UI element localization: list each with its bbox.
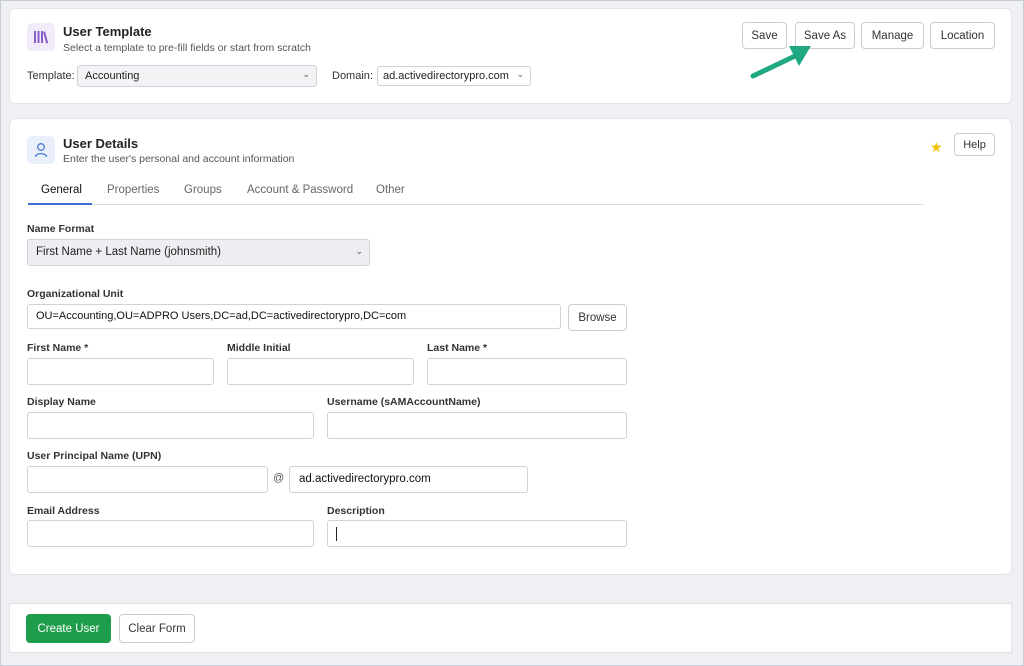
help-button[interactable]: Help: [954, 133, 995, 156]
star-icon[interactable]: ★: [930, 139, 943, 156]
name-format-select[interactable]: First Name + Last Name (johnsmith) ⌄: [27, 239, 370, 266]
upn-at-sign: @: [273, 472, 285, 484]
upn-label: User Principal Name (UPN): [27, 450, 162, 462]
ou-input[interactable]: OU=Accounting,OU=ADPRO Users,DC=ad,DC=ac…: [27, 304, 561, 329]
tab-properties[interactable]: Properties: [107, 184, 159, 196]
display-name-label: Display Name: [27, 396, 96, 408]
location-button[interactable]: Location: [930, 22, 995, 49]
browse-button[interactable]: Browse: [568, 304, 627, 331]
user-details-card: User Details Enter the user's personal a…: [9, 118, 1012, 575]
last-name-label: Last Name *: [427, 342, 488, 354]
active-tab-indicator: [28, 203, 92, 205]
clear-form-button[interactable]: Clear Form: [119, 614, 195, 643]
user-template-card: User Template Select a template to pre-f…: [9, 8, 1012, 104]
chevron-down-icon: ⌄: [302, 69, 310, 79]
template-subtitle: Select a template to pre-fill fields or …: [63, 42, 312, 54]
tab-other[interactable]: Other: [376, 184, 405, 196]
middle-initial-label: Middle Initial: [227, 342, 291, 354]
chevron-down-icon: ⌄: [355, 246, 363, 256]
last-name-input[interactable]: [427, 358, 627, 385]
footer-bar: Create User Clear Form: [9, 603, 1012, 653]
ou-label: Organizational Unit: [27, 288, 124, 300]
username-label: Username (sAMAccountName): [327, 396, 481, 408]
details-subtitle: Enter the user's personal and account in…: [63, 153, 295, 165]
email-input[interactable]: [27, 520, 314, 547]
display-name-input[interactable]: [27, 412, 314, 439]
create-user-button[interactable]: Create User: [26, 614, 111, 643]
details-title: User Details: [63, 136, 139, 151]
books-icon: [27, 23, 55, 51]
domain-select-value: ad.activedirectorypro.com: [383, 70, 509, 82]
username-input[interactable]: [327, 412, 627, 439]
domain-select[interactable]: ad.activedirectorypro.com ⌄: [377, 66, 531, 86]
chevron-down-icon: ⌄: [516, 69, 524, 79]
tab-groups[interactable]: Groups: [184, 184, 222, 196]
tab-account-password[interactable]: Account & Password: [247, 184, 353, 196]
template-label: Template:: [27, 70, 75, 82]
text-caret: [336, 527, 337, 541]
tab-general[interactable]: General: [41, 184, 82, 196]
domain-label: Domain:: [332, 70, 373, 82]
first-name-label: First Name *: [27, 342, 89, 354]
manage-button[interactable]: Manage: [861, 22, 924, 49]
description-label: Description: [327, 505, 385, 517]
middle-initial-input[interactable]: [227, 358, 414, 385]
description-input[interactable]: [327, 520, 627, 547]
name-format-label: Name Format: [27, 223, 95, 235]
upn-input[interactable]: [27, 466, 268, 493]
template-title: User Template: [63, 24, 152, 39]
name-format-value: First Name + Last Name (johnsmith): [36, 246, 222, 258]
user-icon: [27, 136, 55, 164]
tab-bar: General Properties Groups Account & Pass…: [28, 179, 924, 205]
arrow-annotation: [750, 46, 811, 79]
template-select-value: Accounting: [85, 70, 140, 82]
template-select[interactable]: Accounting ⌄: [77, 65, 317, 87]
first-name-input[interactable]: [27, 358, 214, 385]
upn-domain-input[interactable]: ad.activedirectorypro.com: [289, 466, 528, 493]
email-label: Email Address: [27, 505, 100, 517]
